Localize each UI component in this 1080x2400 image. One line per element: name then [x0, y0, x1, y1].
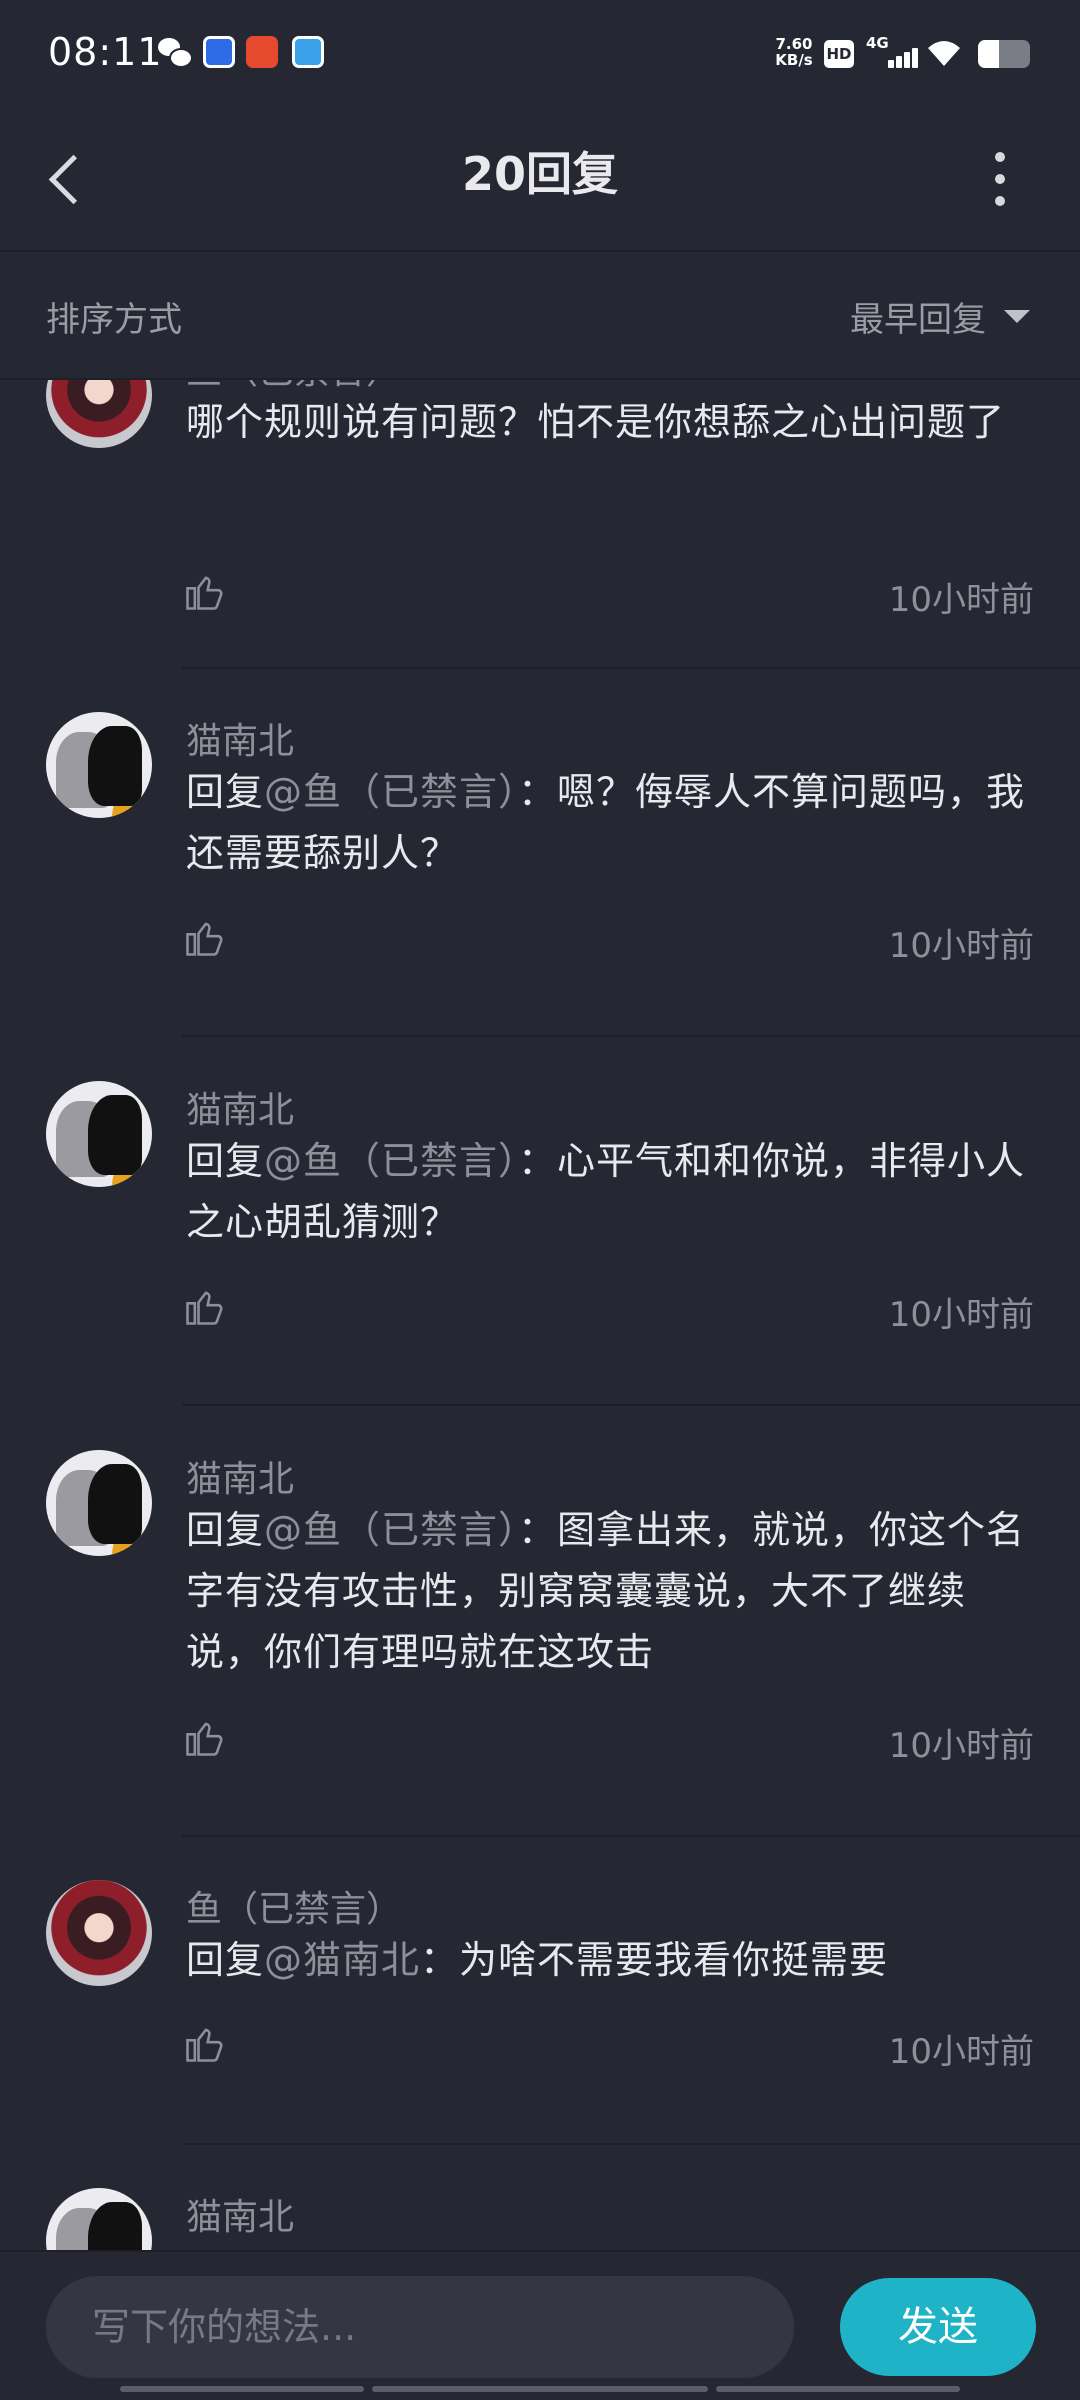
- mention-link[interactable]: @鱼（已禁言）: [264, 770, 518, 814]
- reply-prefix: 回复: [186, 770, 265, 814]
- network-type-label: 4G: [866, 34, 889, 52]
- avatar[interactable]: [46, 1450, 152, 1556]
- avatar[interactable]: [46, 712, 152, 818]
- avatar[interactable]: [46, 2188, 152, 2250]
- comment-author[interactable]: 鱼（已禁言）: [186, 1880, 402, 1932]
- comment-text: 哪个规则说有问题？怕不是你想舔之心出问题了: [186, 392, 1036, 453]
- comment-time: 10小时前: [888, 1295, 1034, 1335]
- caret-down-icon: [1004, 310, 1030, 323]
- comment-list[interactable]: 鱼（已禁言） 哪个规则说有问题？怕不是你想舔之心出问题了 10小时前 猫南北 回…: [0, 380, 1080, 2250]
- thumbs-up-icon[interactable]: [182, 916, 230, 964]
- comment-body: ：为啥不需要我看你挺需要: [420, 1938, 889, 1982]
- list-item: 猫南北: [0, 2144, 1080, 2250]
- reply-prefix: 回复: [186, 1938, 265, 1982]
- list-item: 鱼（已禁言） 哪个规则说有问题？怕不是你想舔之心出问题了 10小时前: [0, 380, 1080, 669]
- thumbs-up-icon[interactable]: [182, 570, 230, 618]
- comment-replies-screen: 08:11 7.60 KB/s HD 4G 20回复 排序方式 最早回复 哪个规…: [0, 0, 1080, 2400]
- list-item: 鱼（已禁言） 回复@猫南北：为啥不需要我看你挺需要 10小时前: [0, 1836, 1080, 2145]
- sort-label: 排序方式: [46, 300, 182, 340]
- comment-author[interactable]: 猫南北: [186, 1450, 294, 1502]
- gesture-bar: [372, 2386, 708, 2392]
- top-app-bar: 20回复: [0, 110, 1080, 252]
- send-button[interactable]: 发送: [840, 2278, 1036, 2376]
- comment-time: 10小时前: [888, 926, 1034, 966]
- avatar[interactable]: [46, 1880, 152, 1986]
- list-item: 猫南北 回复@鱼（已禁言）：嗯？侮辱人不算问题吗，我还需要舔别人？ 10小时前: [0, 668, 1080, 1037]
- reply-prefix: 回复: [186, 1139, 265, 1183]
- reply-prefix: 回复: [186, 1508, 265, 1552]
- comment-text: 回复@鱼（已禁言）：嗯？侮辱人不算问题吗，我还需要舔别人？: [186, 762, 1036, 884]
- gesture-bar: [716, 2386, 960, 2392]
- status-bar: 08:11 7.60 KB/s HD 4G: [0, 0, 1080, 110]
- comment-author[interactable]: 猫南北: [186, 712, 294, 764]
- network-speed: 7.60 KB/s: [774, 36, 814, 68]
- comment-body: 哪个规则说有问题？怕不是你想舔之心出问题了: [186, 400, 1006, 444]
- app-notification-icon: [203, 36, 235, 68]
- mention-link[interactable]: @猫南北: [264, 1938, 420, 1982]
- comment-time: 10小时前: [888, 580, 1034, 620]
- comment-time: 10小时前: [888, 1726, 1034, 1766]
- comment-text: 回复@猫南北：为啥不需要我看你挺需要: [186, 1930, 1036, 1991]
- gesture-bar: [120, 2386, 364, 2392]
- comment-input[interactable]: [46, 2276, 794, 2378]
- wechat-notification-icon: [158, 36, 193, 68]
- comment-composer: 发送: [0, 2250, 1080, 2400]
- sort-selected-value: 最早回复: [850, 300, 986, 340]
- more-vertical-icon[interactable]: [980, 144, 1020, 214]
- thumbs-up-icon[interactable]: [182, 1285, 230, 1333]
- hd-badge: HD: [824, 40, 854, 68]
- avatar[interactable]: [46, 1081, 152, 1187]
- thumbs-up-icon[interactable]: [182, 2022, 230, 2070]
- comment-time: 10小时前: [888, 2032, 1034, 2072]
- list-item: 猫南北 回复@鱼（已禁言）：心平气和和你说，非得小人之心胡乱猜测？ 10小时前: [0, 1037, 1080, 1406]
- network-speed-unit: KB/s: [775, 51, 813, 69]
- comment-text: 回复@鱼（已禁言）：图拿出来，就说，你这个名字有没有攻击性，别窝窝囊囊说，大不了…: [186, 1500, 1036, 1683]
- mention-link[interactable]: @鱼（已禁言）: [264, 1508, 518, 1552]
- app-notification-icon: [292, 36, 324, 68]
- comment-author[interactable]: 猫南北: [186, 1081, 294, 1133]
- comment-text: 回复@鱼（已禁言）：心平气和和你说，非得小人之心胡乱猜测？: [186, 1131, 1036, 1253]
- comment-author[interactable]: 猫南北: [186, 2188, 294, 2240]
- page-title: 20回复: [461, 147, 618, 201]
- sort-bar: 排序方式 最早回复: [0, 252, 1080, 380]
- thumbs-up-icon[interactable]: [182, 1716, 230, 1764]
- avatar[interactable]: [46, 380, 152, 448]
- sort-dropdown[interactable]: 最早回复: [850, 292, 1030, 341]
- status-time: 08:11: [48, 30, 163, 74]
- list-item: 猫南北 回复@鱼（已禁言）：图拿出来，就说，你这个名字有没有攻击性，别窝窝囊囊说…: [0, 1406, 1080, 1837]
- cellular-signal-icon: 4G: [866, 34, 918, 70]
- wifi-icon: [926, 38, 962, 68]
- app-notification-icon: [246, 36, 278, 68]
- battery-icon: [978, 40, 1030, 68]
- network-speed-value: 7.60: [775, 35, 813, 53]
- mention-link[interactable]: @鱼（已禁言）: [264, 1139, 518, 1183]
